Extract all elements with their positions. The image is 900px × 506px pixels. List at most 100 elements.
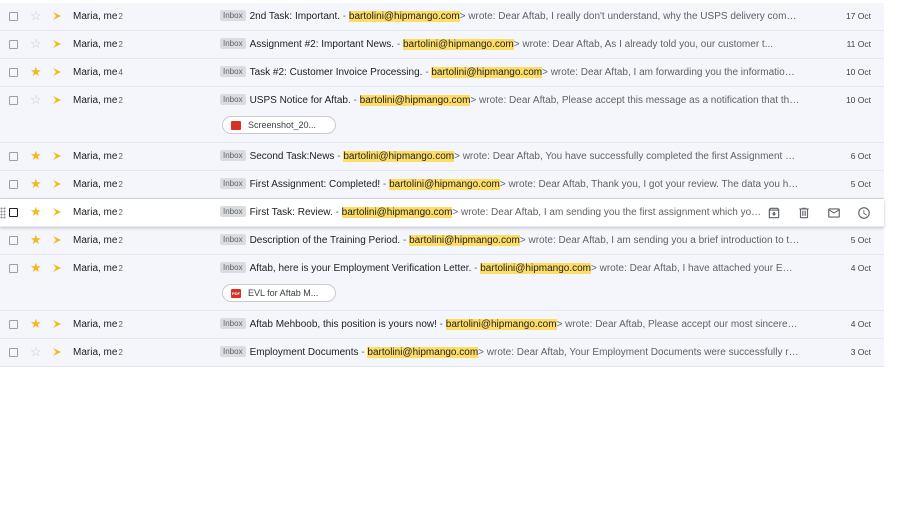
message-preview[interactable]: Inbox Aftab Mehboob, this position is you… [220,318,800,332]
email-snippet: > wrote: Dear Aftab, I am forwarding you… [542,67,800,78]
message-preview[interactable]: Inbox USPS Notice for Aftab. - bartolini@… [220,94,800,108]
message-preview[interactable]: Inbox Employment Documents - bartolini@hi… [220,346,800,360]
select-checkbox[interactable] [9,264,18,273]
pdf-file-icon: PDF [231,289,241,298]
importance-marker-icon[interactable] [53,347,61,356]
email-row[interactable]: ☆ Maria, me2 Inbox 2nd Task: Important. - b… [0,3,884,31]
email-row[interactable]: ★ Maria, me2 Inbox Aftab, here is your Empl… [0,255,884,311]
email-subject: Aftab Mehboob, this position is yours no… [249,319,437,330]
thread-count: 2 [118,40,123,49]
select-checkbox[interactable] [9,320,18,329]
email-row[interactable]: ★ Maria, me2 Inbox Description of the Train… [0,227,884,255]
email-row[interactable]: ★ Maria, me2 Inbox Second Task:News - barto… [0,143,884,171]
highlighted-email-address: bartolini@hipmango.com [359,95,471,106]
star-icon[interactable]: ☆ [30,9,42,23]
message-preview[interactable]: Inbox Description of the Training Period.… [220,234,800,248]
subject-separator: - [380,179,390,190]
star-icon[interactable]: ★ [30,65,42,79]
message-preview[interactable]: Inbox Second Task:News - bartolini@hipman… [220,150,800,164]
star-icon[interactable]: ☆ [30,37,42,51]
select-checkbox[interactable] [9,96,18,105]
star-icon[interactable]: ☆ [30,93,42,107]
importance-marker-icon[interactable] [53,95,61,104]
thread-count: 2 [118,348,123,357]
inbox-label: Inbox [220,262,246,273]
email-subject: Task #2: Customer Invoice Processing. [249,67,423,78]
sender-name: Maria, me2 [73,207,123,218]
thread-count: 2 [118,180,123,189]
delete-icon[interactable] [796,205,812,221]
thread-count: 2 [118,236,123,245]
importance-marker-icon[interactable] [53,11,61,20]
importance-marker-icon[interactable] [53,67,61,76]
mark-unread-icon[interactable] [826,205,842,221]
email-row[interactable]: ★ Maria, me2 Inbox Aftab Mehboob, this posi… [0,311,884,339]
star-icon[interactable]: ★ [30,261,42,275]
message-preview[interactable]: Inbox First Task: Review. - bartolini@hip… [220,206,762,220]
email-subject: First Assignment: Completed! [249,179,381,190]
email-subject: 2nd Task: Important. [249,11,340,22]
select-checkbox[interactable] [9,236,18,245]
star-icon[interactable]: ★ [30,233,42,247]
importance-marker-icon[interactable] [53,151,61,160]
star-icon[interactable]: ★ [30,177,42,191]
message-preview[interactable]: Inbox Task #2: Customer Invoice Processin… [220,66,800,80]
highlighted-email-address: bartolini@hipmango.com [409,235,520,246]
archive-icon[interactable] [766,205,782,221]
highlighted-email-address: bartolini@hipmango.com [341,207,453,218]
sender-text: Maria, me [73,347,118,358]
subject-separator: - [334,151,344,162]
email-date: 17 Oct [845,11,871,21]
importance-marker-icon[interactable] [53,39,61,48]
email-row[interactable]: ★ Maria, me2 Inbox First Assignment: Comple… [0,171,884,199]
star-icon[interactable]: ★ [30,205,42,219]
email-subject: Aftab, here is your Employment Verificat… [249,263,472,274]
image-file-icon [231,121,241,130]
sender-text: Maria, me [73,319,118,330]
email-subject: Description of the Training Period. [249,235,401,246]
attachment-chip[interactable]: Screenshot_20... [222,116,336,134]
sender-text: Maria, me [73,11,118,22]
star-icon[interactable]: ☆ [30,345,42,359]
thread-count: 4 [118,68,123,77]
email-subject: USPS Notice for Aftab. [249,95,351,106]
thread-count: 2 [118,208,123,217]
inbox-label: Inbox [220,66,246,77]
message-preview[interactable]: Inbox Aftab, here is your Employment Veri… [220,262,800,276]
select-checkbox[interactable] [9,180,18,189]
attachment-name: EVL for Aftab M... [248,288,319,298]
importance-marker-icon[interactable] [53,207,61,216]
select-checkbox[interactable] [9,40,18,49]
snooze-icon[interactable] [856,205,872,221]
attachment-chip[interactable]: PDF EVL for Aftab M... [222,284,336,302]
email-date: 11 Oct [846,39,871,49]
email-row[interactable]: ☆ Maria, me2 Inbox Employment Documents - b… [0,339,884,367]
message-preview[interactable]: Inbox Assignment #2: Important News. - ba… [220,38,800,52]
subject-separator: - [400,235,410,246]
star-icon[interactable]: ★ [30,149,42,163]
drag-handle-icon[interactable] [0,207,6,219]
message-preview[interactable]: Inbox First Assignment: Completed! - bart… [220,178,800,192]
email-row[interactable]: ★ Maria, me4 Inbox Task #2: Customer Invoic… [0,59,884,87]
select-checkbox[interactable] [9,208,18,217]
importance-marker-icon[interactable] [53,235,61,244]
email-date: 4 Oct [850,319,871,329]
subject-separator: - [350,95,360,106]
select-checkbox[interactable] [9,68,18,77]
email-row[interactable]: ☆ Maria, me2 Inbox Assignment #2: Important… [0,31,884,59]
thread-count: 2 [118,152,123,161]
thread-count: 2 [118,264,123,273]
message-preview[interactable]: Inbox 2nd Task: Important. - bartolini@hi… [220,10,800,24]
select-checkbox[interactable] [9,152,18,161]
email-row[interactable]: ★ Maria, me2 Inbox First Task: Review. - ba… [0,199,884,227]
importance-marker-icon[interactable] [53,179,61,188]
star-icon[interactable]: ★ [30,317,42,331]
email-snippet: > wrote: Dear Aftab, Please accept this … [470,95,800,106]
inbox-label: Inbox [220,234,246,245]
email-row[interactable]: ☆ Maria, me2 Inbox USPS Notice for Aftab. -… [0,87,884,143]
importance-marker-icon[interactable] [53,319,61,328]
select-checkbox[interactable] [9,12,18,21]
importance-marker-icon[interactable] [53,263,61,272]
highlighted-email-address: bartolini@hipmango.com [348,11,460,22]
select-checkbox[interactable] [9,348,18,357]
